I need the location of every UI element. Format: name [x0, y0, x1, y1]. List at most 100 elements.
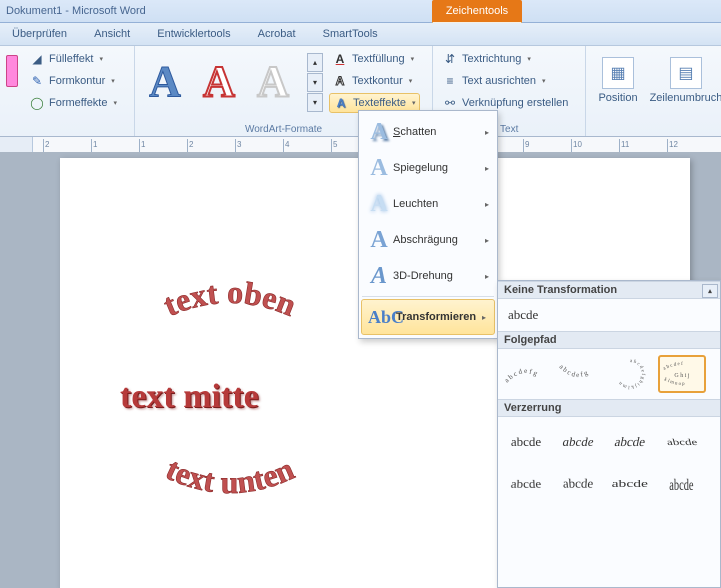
- thumb-follow-path-circle[interactable]: a b c d e f g h i j k l m n: [606, 355, 654, 393]
- ruler-number: 2: [189, 140, 193, 149]
- text-align-label: Text ausrichten: [462, 75, 536, 87]
- menu-separator: [362, 296, 494, 297]
- dropdown-arrow-icon: ▾: [409, 77, 413, 85]
- menu-shadow[interactable]: A Schatten ▸: [359, 114, 497, 150]
- ruler-tick: [187, 139, 188, 153]
- section-follow-path: Folgepfad: [498, 331, 720, 349]
- thumb-warp-2[interactable]: abcde: [554, 423, 602, 461]
- wrap-label: Zeilenumbruch: [650, 92, 721, 104]
- svg-text:G h i j: G h i j: [674, 373, 690, 379]
- position-button[interactable]: ▦ Position: [592, 53, 643, 108]
- text-wrap-button[interactable]: ▤ Zeilenumbruch: [644, 53, 721, 108]
- section-no-transform: Keine Transformation ▴: [498, 281, 720, 299]
- title-bar: Dokument1 - Microsoft Word: [0, 0, 721, 23]
- reflection-icon: A: [365, 155, 393, 182]
- gallery-more-button[interactable]: ▾: [307, 93, 323, 112]
- wordart-style-1[interactable]: A: [141, 53, 189, 109]
- menu-bevel[interactable]: A Abschrägung ▸: [359, 222, 497, 258]
- dropdown-arrow-icon: ▾: [411, 55, 415, 63]
- text-fill-label: Textfüllung: [352, 53, 405, 65]
- thumb-follow-path-arch-inv[interactable]: a b c d e f g: [554, 355, 602, 393]
- wordart-gallery[interactable]: A A A: [141, 53, 297, 109]
- text-fill-button[interactable]: A Textfüllung ▾: [329, 49, 420, 69]
- dropdown-arrow-icon: ▾: [111, 77, 115, 85]
- svg-text:abcde: abcde: [612, 478, 648, 490]
- thumb-warp-5[interactable]: abcde: [499, 468, 553, 504]
- text-fill-icon: A: [332, 51, 348, 67]
- menu-transform[interactable]: AbC Transformieren ▸: [361, 299, 495, 335]
- chevron-right-icon: ▸: [485, 200, 489, 209]
- bevel-icon: A: [365, 227, 393, 254]
- wordart-style-2[interactable]: A: [195, 53, 243, 109]
- menu-shadow-label: Schatten: [393, 126, 436, 138]
- dropdown-arrow-icon: ▾: [99, 55, 103, 63]
- fill-effect-button[interactable]: ◢ Fülleffekt ▾: [26, 49, 120, 69]
- wordart-text-top[interactable]: text oben: [158, 274, 301, 323]
- form-contour-button[interactable]: ✎ Formkontur ▾: [26, 71, 120, 91]
- svg-text:a b c d e f: a b c d e f: [663, 362, 683, 372]
- dropdown-arrow-icon: ▾: [542, 77, 546, 85]
- menu-glow[interactable]: A Leuchten ▸: [359, 186, 497, 222]
- position-icon: ▦: [602, 57, 634, 89]
- gallery-up-button[interactable]: ▴: [307, 53, 323, 72]
- tab-view[interactable]: Ansicht: [82, 23, 142, 45]
- thumb-warp-8[interactable]: abcde: [658, 465, 706, 503]
- thumb-follow-path-arch[interactable]: a b c d e f g: [502, 355, 550, 393]
- text-direction-icon: ⇵: [442, 51, 458, 67]
- thumb-warp-6[interactable]: abcde: [551, 464, 605, 500]
- svg-text:a b c d e f g h i j k l m n: a b c d e f g h i j k l m n: [618, 359, 645, 389]
- ruler-tick: [331, 139, 332, 153]
- text-direction-button[interactable]: ⇵ Textrichtung ▾: [439, 49, 571, 69]
- ruler-number: 2: [45, 140, 49, 149]
- scroll-up-button[interactable]: ▴: [702, 284, 718, 298]
- dropdown-arrow-icon: ▾: [527, 55, 531, 63]
- position-label: Position: [598, 92, 637, 104]
- thumb-warp-7[interactable]: abcde: [606, 465, 654, 503]
- chevron-right-icon: ▸: [485, 164, 489, 173]
- chevron-right-icon: ▸: [485, 236, 489, 245]
- ruler-number: 12: [669, 140, 678, 149]
- thumb-warp-3[interactable]: abcde: [602, 423, 658, 461]
- rotation3d-icon: A: [365, 263, 393, 290]
- text-effects-icon: A: [333, 95, 349, 111]
- gallery-down-button[interactable]: ▾: [307, 73, 323, 92]
- tab-acrobat[interactable]: Acrobat: [246, 23, 308, 45]
- menu-transform-label: Transformieren: [396, 311, 476, 323]
- link-icon: ⚯: [442, 95, 458, 111]
- form-effects-button[interactable]: ◯ Formeffekte ▾: [26, 93, 120, 113]
- tab-smarttools[interactable]: SmartTools: [311, 23, 390, 45]
- menu-3d-rotation[interactable]: A 3D-Drehung ▸: [359, 258, 497, 294]
- form-contour-label: Formkontur: [49, 75, 105, 87]
- menu-reflection[interactable]: A Spiegelung ▸: [359, 150, 497, 186]
- thumb-no-transform[interactable]: abcde: [498, 299, 720, 331]
- ruler-tick: [619, 139, 620, 153]
- ruler-number: 11: [621, 140, 629, 149]
- wordart-text-bottom[interactable]: text unten: [161, 450, 300, 500]
- chevron-right-icon: ▸: [485, 272, 489, 281]
- ruler-tick: [235, 139, 236, 153]
- wrap-icon: ▤: [670, 57, 702, 89]
- text-contour-icon: A: [332, 73, 348, 89]
- menu-glow-label: Leuchten: [393, 198, 438, 210]
- window-title: Dokument1 - Microsoft Word: [6, 0, 146, 22]
- thumb-warp-4[interactable]: abcde: [655, 429, 710, 456]
- text-align-icon: ≡: [442, 73, 458, 89]
- context-tab-header: Zeichentools: [432, 0, 522, 22]
- text-align-button[interactable]: ≡ Text ausrichten ▾: [439, 71, 571, 91]
- ruler-tick: [139, 139, 140, 153]
- form-effects-label: Formeffekte: [49, 97, 108, 109]
- tab-developer[interactable]: Entwicklertools: [145, 23, 242, 45]
- svg-text:a b c d e f g: a b c d e f g: [503, 367, 539, 384]
- glow-icon: A: [365, 191, 393, 218]
- text-effects-menu: A Schatten ▸ A Spiegelung ▸ A Leuchten ▸…: [358, 110, 498, 339]
- wordart-text-middle[interactable]: text mitte: [120, 378, 259, 416]
- tab-review[interactable]: Überprüfen: [0, 23, 79, 45]
- thumb-warp-1[interactable]: abcde: [502, 423, 550, 461]
- ruler-number: 10: [573, 140, 582, 149]
- text-contour-button[interactable]: A Textkontur ▾: [329, 71, 420, 91]
- text-effects-label: Texteffekte: [353, 97, 406, 109]
- wordart-style-3[interactable]: A: [249, 53, 297, 109]
- shape-style-thumb[interactable]: [6, 55, 18, 87]
- transform-icon: AbC: [368, 307, 396, 328]
- thumb-follow-path-button[interactable]: a b c d e f G h i j k l m n o p: [658, 355, 706, 393]
